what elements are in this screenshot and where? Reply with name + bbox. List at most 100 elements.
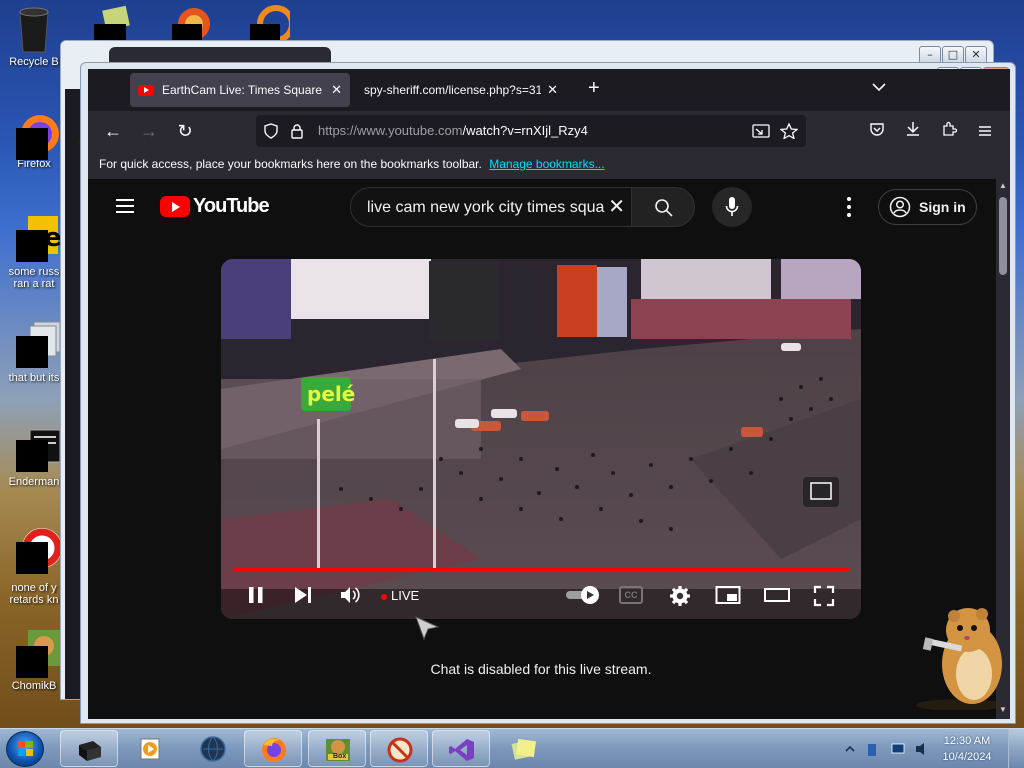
- fullscreen-icon[interactable]: [813, 585, 835, 607]
- search-button[interactable]: [631, 187, 695, 227]
- pocket-icon[interactable]: [866, 121, 888, 141]
- taskbar-item-chomik[interactable]: Box: [308, 730, 366, 767]
- globe-icon: [200, 736, 226, 762]
- live-indicator[interactable]: LIVE: [381, 588, 419, 603]
- redaction-box: [16, 230, 48, 262]
- media-player-icon: [140, 738, 160, 760]
- tab-earthcam[interactable]: EarthCam Live: Times Square in ✕: [130, 73, 350, 107]
- times-square-livecam-frame: pelé: [221, 259, 861, 619]
- manage-bookmarks-link[interactable]: Manage bookmarks...: [489, 157, 604, 171]
- live-progress-bar[interactable]: [233, 568, 849, 571]
- tracking-shield-icon[interactable]: [264, 123, 278, 139]
- tab-close-icon[interactable]: ✕: [547, 82, 558, 98]
- taskbar-item-sticky-notes[interactable]: [494, 730, 552, 767]
- scene-sign-text: pelé: [307, 382, 355, 406]
- new-tab-button[interactable]: +: [588, 77, 600, 100]
- bookmark-star-icon[interactable]: [780, 123, 798, 139]
- desktop-icon-recycle-bin[interactable]: Recycle B: [2, 6, 66, 68]
- firefox-window[interactable]: – ⧉ ✕ EarthCam Live: Times Square in ✕ s…: [80, 62, 1016, 724]
- taskbar-item-recycle[interactable]: [60, 730, 118, 767]
- theater-mode-icon[interactable]: [763, 585, 791, 605]
- taskbar-item-firefox[interactable]: [244, 730, 302, 767]
- miniplayer-icon[interactable]: [715, 585, 741, 605]
- bookmarks-toolbar: For quick access, place your bookmarks h…: [88, 151, 1010, 179]
- desktop-icon-top-3[interactable]: [248, 4, 295, 43]
- desktop-icon-chomik[interactable]: ChomikB: [2, 628, 66, 692]
- volume-icon[interactable]: [339, 585, 361, 605]
- desktop-icon-top-2[interactable]: [170, 4, 212, 40]
- microphone-icon: [725, 197, 739, 216]
- url-bar[interactable]: https://www.youtube.com/watch?v=rnXIjl_R…: [256, 115, 806, 147]
- taskbar-item-spy-sheriff[interactable]: [370, 730, 428, 767]
- clock-time: 12:30 AM: [943, 735, 991, 747]
- desktop-icon-label: none of y: [11, 582, 57, 594]
- back-arrow-icon[interactable]: ←: [102, 121, 124, 141]
- windows-logo-icon: [18, 741, 33, 756]
- redaction-box: [16, 440, 48, 472]
- redaction-box: [16, 336, 48, 368]
- volume-tray-icon[interactable]: [916, 743, 924, 755]
- video-player[interactable]: pelé LIVE CC: [221, 259, 861, 619]
- show-desktop-button[interactable]: [1008, 729, 1024, 768]
- reload-icon[interactable]: ↻: [174, 121, 196, 141]
- youtube-page: YouTube live cam new york city times squ…: [88, 179, 996, 719]
- taskbar-item-globe[interactable]: [184, 730, 242, 767]
- sign-in-button[interactable]: Sign in: [878, 189, 977, 225]
- scrollbar-thumb[interactable]: [999, 197, 1007, 275]
- settings-kebab-icon[interactable]: [846, 197, 852, 217]
- network-icon[interactable]: [891, 743, 905, 754]
- bookmarks-hint: For quick access, place your bookmarks h…: [99, 157, 482, 171]
- taskbar-clock[interactable]: 12:30 AM 10/4/2024: [936, 733, 998, 765]
- mouse-cursor-icon: [415, 616, 440, 641]
- search-input[interactable]: live cam new york city times squa ✕: [350, 187, 632, 227]
- desktop-icon-label-line2: retards kn: [9, 594, 59, 606]
- box-label: Box: [333, 753, 347, 760]
- subtitles-cc-icon[interactable]: CC: [619, 586, 643, 604]
- next-video-icon[interactable]: [293, 585, 313, 605]
- voice-search-button[interactable]: [712, 187, 752, 227]
- scroll-up-arrow-icon[interactable]: ▲: [998, 181, 1008, 190]
- settings-gear-icon[interactable]: [669, 585, 691, 607]
- youtube-play-logo-icon: [160, 196, 190, 217]
- desktop-icon-that-but-its[interactable]: that but its: [2, 320, 66, 384]
- black-box-icon: [79, 741, 101, 761]
- autoplay-toggle-icon[interactable]: [565, 585, 601, 605]
- live-label: LIVE: [391, 588, 420, 603]
- search-icon: [655, 199, 673, 217]
- account-circle-icon: [889, 196, 911, 218]
- desktop-icon-label-line2: ran a rat: [13, 278, 55, 290]
- visual-studio-icon: [449, 739, 474, 761]
- desktop-icon-firefox[interactable]: Firefox: [2, 112, 66, 170]
- youtube-logo[interactable]: YouTube: [160, 195, 270, 218]
- downloads-icon[interactable]: [902, 121, 924, 141]
- menu-hamburger-icon[interactable]: [974, 121, 996, 141]
- clock-date: 10/4/2024: [942, 751, 992, 763]
- tab-close-icon[interactable]: ✕: [331, 82, 342, 98]
- search-query[interactable]: live cam new york city times squa: [367, 199, 605, 217]
- tray-app-icon[interactable]: [868, 744, 876, 756]
- navigation-toolbar: ← → ↻ https://www.youtube.com/watch?v=rn…: [88, 111, 1010, 151]
- lock-icon[interactable]: [290, 123, 304, 139]
- picture-in-picture-icon[interactable]: [752, 123, 770, 139]
- desktop-icon-enderman[interactable]: Enderman: [2, 426, 66, 488]
- desktop-icon-some-russ[interactable]: e some russ ran a rat: [2, 214, 66, 290]
- desktop-icon-label: Recycle B: [9, 56, 59, 68]
- pause-icon[interactable]: [247, 585, 265, 605]
- taskbar: Box 12:30 AM 10/4/2024: [0, 728, 1024, 768]
- clear-search-icon[interactable]: ✕: [608, 196, 625, 218]
- tray-expand-chevron-icon[interactable]: [845, 745, 855, 752]
- taskbar-item-media-player[interactable]: [122, 730, 180, 767]
- tab-spy-sheriff[interactable]: spy-sheriff.com/license.php?s=316 ✕: [356, 73, 566, 107]
- youtube-wordmark: YouTube: [193, 195, 270, 217]
- hamster-desktop-pet[interactable]: [910, 600, 1010, 710]
- url-text[interactable]: https://www.youtube.com/watch?v=rnXIjl_R…: [318, 123, 588, 138]
- desktop-icon-label: Enderman: [8, 476, 60, 488]
- desktop-icon-none-of-y[interactable]: none of y retards kn: [2, 526, 66, 606]
- desktop-icon-top-1[interactable]: [90, 4, 132, 40]
- extensions-icon[interactable]: [938, 121, 960, 141]
- forward-arrow-icon[interactable]: →: [138, 121, 160, 141]
- start-button[interactable]: [6, 731, 44, 767]
- guide-menu-icon[interactable]: [116, 199, 134, 213]
- list-all-tabs-chevron-icon[interactable]: [872, 79, 886, 95]
- taskbar-item-visual-studio[interactable]: [432, 730, 490, 767]
